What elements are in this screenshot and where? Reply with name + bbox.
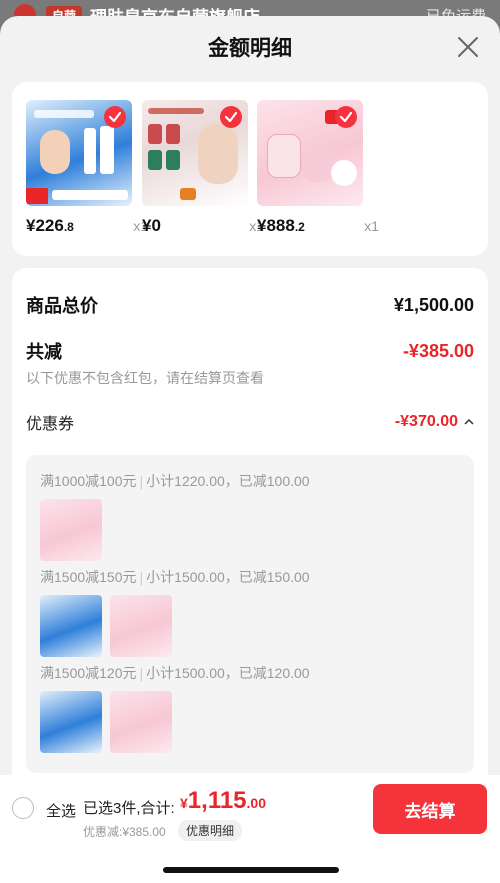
coupon-product-thumb	[40, 499, 102, 561]
total-price-label: 商品总价	[26, 296, 98, 316]
product-price: ¥888.2	[257, 216, 305, 235]
product-item[interactable]: ¥888.2 x1	[257, 100, 379, 238]
coupon-product-thumb	[110, 595, 172, 657]
coupon-product-thumb	[40, 691, 102, 753]
selected-count: 已选3件,合计:	[83, 800, 175, 817]
coupon-value[interactable]: -¥370.00	[395, 413, 474, 431]
reduction-note: 以下优惠不包含红包，请在结算页查看	[26, 370, 264, 386]
coupon-product-thumb	[110, 691, 172, 753]
selected-check-icon	[335, 106, 357, 128]
discount-detail-button[interactable]: 优惠明细	[178, 820, 243, 841]
selected-check-icon	[104, 106, 126, 128]
total-amount: ¥1,115.00	[180, 787, 266, 814]
close-icon[interactable]	[456, 35, 480, 59]
product-thumbnail[interactable]	[257, 100, 363, 206]
product-item[interactable]: ¥0 x1	[142, 100, 264, 238]
selected-check-icon	[220, 106, 242, 128]
total-price-row: 商品总价 ¥1,500.00	[26, 292, 474, 318]
coupon-row[interactable]: 优惠券 -¥370.00	[26, 410, 474, 434]
checkout-bar: 全选 已选3件,合计: ¥1,115.00 优惠减:¥385.00 优惠明细 去…	[0, 775, 500, 883]
product-item[interactable]: ¥226.8 x1	[26, 100, 148, 238]
coupon-group-title: 满1500减150元 | 小计1500.00，已减150.00	[40, 569, 310, 585]
reduction-label: 共减	[26, 342, 62, 362]
coupon-product-thumb	[40, 595, 102, 657]
price-row: ¥888.2 x1	[257, 216, 379, 238]
product-price: ¥0	[142, 216, 161, 235]
reduction-value: -¥385.00	[402, 340, 474, 361]
select-all-label[interactable]: 全选	[46, 800, 76, 821]
coupon-group-title: 满1000减100元 | 小计1220.00，已减100.00	[40, 473, 310, 489]
product-thumbnail[interactable]	[142, 100, 248, 206]
coupon-label: 优惠券	[26, 416, 75, 433]
checkout-button[interactable]: 去结算	[373, 784, 487, 834]
home-indicator	[163, 867, 339, 873]
price-row: ¥226.8 x1	[26, 216, 148, 238]
select-all-radio[interactable]	[12, 797, 34, 819]
sheet-header: 金额明细	[0, 16, 500, 78]
sheet-title: 金额明细	[208, 37, 292, 60]
product-qty: x1	[364, 218, 379, 234]
price-row: ¥0 x1	[142, 216, 264, 238]
product-price: ¥226.8	[26, 216, 74, 235]
chevron-up-icon[interactable]	[464, 417, 474, 427]
amount-detail-sheet: 金额明细 ¥226.8 x1 ¥0 x1 ¥888.2 x1 商品总价 ¥1,5…	[0, 16, 500, 883]
coupon-breakdown: 满1000减100元 | 小计1220.00，已减100.00 满1500减150元…	[26, 455, 474, 773]
total-price-value: ¥1,500.00	[393, 294, 474, 315]
discount-amount: 优惠减:¥385.00	[83, 825, 166, 839]
coupon-group-title: 满1500减120元 | 小计1500.00，已减120.00	[40, 665, 310, 681]
product-list-card: ¥226.8 x1 ¥0 x1 ¥888.2 x1	[12, 82, 488, 256]
product-thumbnail[interactable]	[26, 100, 132, 206]
price-detail-card: 商品总价 ¥1,500.00 共减 -¥385.00 以下优惠不包含红包，请在结…	[12, 268, 488, 808]
reduction-row: 共减 -¥385.00	[26, 338, 474, 364]
